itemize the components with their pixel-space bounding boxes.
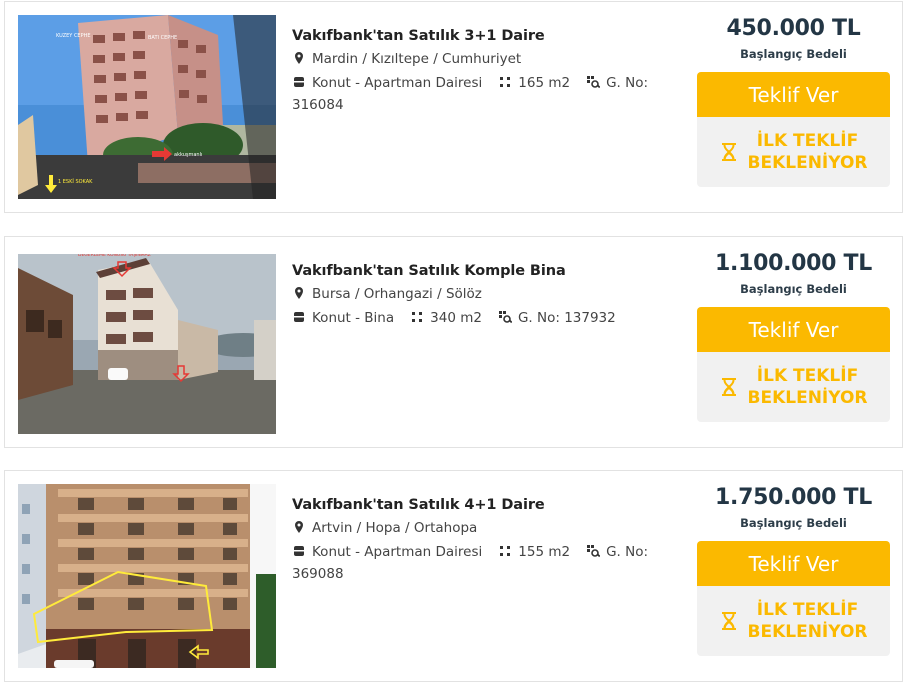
listing-number-icon xyxy=(587,545,601,558)
location-pin-icon xyxy=(295,287,303,299)
details-row: Konut - Apartman Dairesi 155 m2 G. No: 3… xyxy=(292,541,672,585)
listing-type: Konut - Apartman Dairesi xyxy=(312,544,483,560)
listing-photo[interactable] xyxy=(18,484,276,668)
hourglass-icon xyxy=(721,378,736,396)
offer-button[interactable]: Teklif Ver xyxy=(697,541,890,586)
status-line-1: İLK TEKLİF xyxy=(756,366,859,386)
listing-title[interactable]: Vakıfbank'tan Satılık Komple Bina xyxy=(292,263,672,279)
apartment-photo xyxy=(18,484,276,668)
status-text: İLK TEKLİF BEKLENİYOR xyxy=(748,130,868,174)
location-row: Mardin / Kızıltepe / Cumhuriyet xyxy=(292,48,672,70)
photo-sign-text: BATI CEPHE xyxy=(148,35,177,41)
building-icon xyxy=(294,312,304,322)
status-line-2: BEKLENİYOR xyxy=(747,388,868,408)
photo-sign-text: akkuşmanlı xyxy=(174,152,202,158)
listing-location: Mardin / Kızıltepe / Cumhuriyet xyxy=(312,51,522,67)
listing-title[interactable]: Vakıfbank'tan Satılık 4+1 Daire xyxy=(292,497,672,513)
listing-number-icon xyxy=(498,311,512,324)
area-dots-icon xyxy=(500,77,511,87)
listing-area: 340 m2 xyxy=(430,310,482,326)
status-box: İLK TEKLİF BEKLENİYOR xyxy=(697,117,890,187)
building-icon xyxy=(294,546,304,556)
area-dots-icon xyxy=(412,312,423,322)
listing-location: Bursa / Orhangazi / Sölöz xyxy=(312,286,482,302)
listing-number: 316084 xyxy=(292,97,344,113)
details-row: Konut - Bina 340 m2 G. No: 137932 xyxy=(292,307,672,329)
location-pin-icon xyxy=(295,52,303,64)
offer-button[interactable]: Teklif Ver xyxy=(697,72,890,117)
price-label: Başlangıç Bedeli xyxy=(740,516,847,530)
location-pin-icon xyxy=(295,521,303,533)
listing-type: Konut - Apartman Dairesi xyxy=(312,75,483,91)
hourglass-icon xyxy=(721,143,736,161)
listing-photo[interactable]: DEĞERLEME KONUSU TAŞINMAZ xyxy=(18,250,276,434)
listing-card[interactable]: KUZEY CEPHE BATI CEPHE akkuşmanlı 1 ESKİ… xyxy=(4,1,903,213)
hourglass-icon xyxy=(721,612,736,630)
listing-price: 1.750.000 TL xyxy=(715,485,872,510)
status-text: İLK TEKLİF BEKLENİYOR xyxy=(748,365,868,409)
status-text: İLK TEKLİF BEKLENİYOR xyxy=(748,599,868,643)
price-panel: 1.750.000 TL Başlangıç Bedeli Teklif Ver… xyxy=(697,485,890,656)
status-line-2: BEKLENİYOR xyxy=(747,153,868,173)
status-line-2: BEKLENİYOR xyxy=(747,622,868,642)
price-panel: 1.100.000 TL Başlangıç Bedeli Teklif Ver… xyxy=(697,251,890,422)
area-dots-icon xyxy=(500,546,511,556)
listing-area: 165 m2 xyxy=(518,75,571,91)
listing-number: G. No: 137932 xyxy=(517,310,616,326)
listing-number: 369088 xyxy=(292,566,344,582)
listing-price: 450.000 TL xyxy=(726,16,861,41)
location-row: Artvin / Hopa / Ortahopa xyxy=(292,517,672,539)
photo-sign-text: 1 ESKİ SOKAK xyxy=(58,178,93,185)
listing-info: Vakıfbank'tan Satılık 4+1 Daire Artvin /… xyxy=(292,497,672,585)
details-row: Konut - Apartman Dairesi 165 m2 G. No: 3… xyxy=(292,72,672,116)
listing-info: Vakıfbank'tan Satılık Komple Bina Bursa … xyxy=(292,263,672,329)
status-line-1: İLK TEKLİF xyxy=(756,131,859,151)
status-box: İLK TEKLİF BEKLENİYOR xyxy=(697,352,890,422)
listing-card[interactable]: DEĞERLEME KONUSU TAŞINMAZ Vakıfbank'tan … xyxy=(4,236,903,448)
building-photo: DEĞERLEME KONUSU TAŞINMAZ xyxy=(18,250,276,434)
price-panel: 450.000 TL Başlangıç Bedeli Teklif Ver İ… xyxy=(697,16,890,187)
offer-button[interactable]: Teklif Ver xyxy=(697,307,890,352)
status-box: İLK TEKLİF BEKLENİYOR xyxy=(697,586,890,656)
apartment-photo: KUZEY CEPHE BATI CEPHE akkuşmanlı 1 ESKİ… xyxy=(18,15,276,199)
listing-photo[interactable]: KUZEY CEPHE BATI CEPHE akkuşmanlı 1 ESKİ… xyxy=(18,15,276,199)
listing-title[interactable]: Vakıfbank'tan Satılık 3+1 Daire xyxy=(292,28,672,44)
price-label: Başlangıç Bedeli xyxy=(740,47,847,61)
listing-number-icon xyxy=(587,76,601,89)
photo-sign-text: KUZEY CEPHE xyxy=(56,33,91,39)
price-label: Başlangıç Bedeli xyxy=(740,282,847,296)
listing-type: Konut - Bina xyxy=(312,310,395,326)
listing-location: Artvin / Hopa / Ortahopa xyxy=(312,520,478,536)
listing-number-label: G. No: xyxy=(606,75,649,91)
listing-card[interactable]: Vakıfbank'tan Satılık 4+1 Daire Artvin /… xyxy=(4,470,903,682)
listing-number-label: G. No: xyxy=(606,544,649,560)
status-line-1: İLK TEKLİF xyxy=(756,600,859,620)
location-row: Bursa / Orhangazi / Sölöz xyxy=(292,283,672,305)
listing-price: 1.100.000 TL xyxy=(715,251,872,276)
listing-area: 155 m2 xyxy=(518,544,571,560)
listing-info: Vakıfbank'tan Satılık 3+1 Daire Mardin /… xyxy=(292,28,672,116)
building-icon xyxy=(294,77,304,87)
